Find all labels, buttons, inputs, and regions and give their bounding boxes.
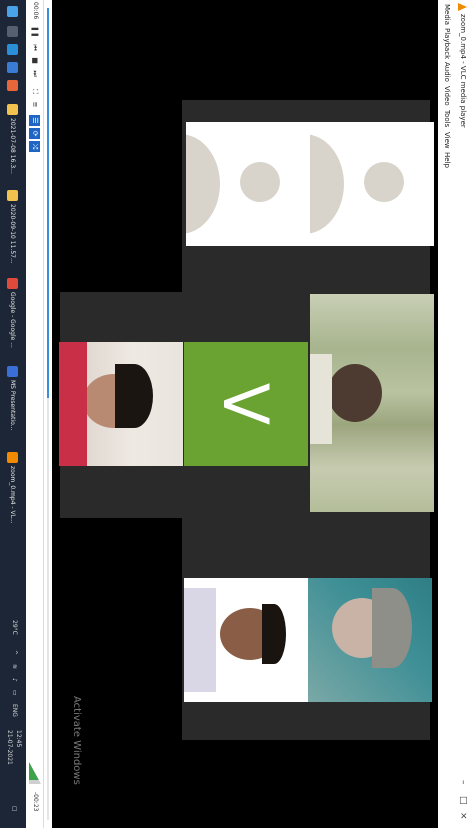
participant-video-woman bbox=[59, 342, 183, 466]
next-icon[interactable]: ⏭ bbox=[29, 68, 40, 79]
participant-video-man-2 bbox=[184, 578, 308, 702]
participant-hair bbox=[372, 588, 412, 668]
clock-time[interactable]: 12:45 bbox=[15, 730, 22, 747]
participant-hair bbox=[262, 604, 286, 664]
placeholder-body-icon bbox=[186, 134, 220, 234]
volume-slider-icon[interactable] bbox=[29, 762, 41, 784]
taskbar-store[interactable] bbox=[4, 62, 22, 76]
extended-settings-icon[interactable]: ≡ bbox=[29, 99, 40, 110]
participant-video-man-1 bbox=[310, 294, 434, 512]
menu-bar: Media Playback Audio Video Tools View He… bbox=[438, 0, 454, 828]
tray-chevron-icon[interactable]: ^ bbox=[11, 650, 18, 655]
menu-view[interactable]: View bbox=[443, 132, 451, 149]
participant-hair bbox=[115, 364, 153, 428]
menu-tools[interactable]: Tools bbox=[443, 110, 451, 127]
network-icon[interactable]: ≋ bbox=[11, 664, 18, 669]
participant-shirt bbox=[310, 354, 332, 444]
presentation-icon[interactable] bbox=[7, 366, 19, 377]
taskbar-item-chrome[interactable]: Google - Google ... bbox=[4, 278, 22, 348]
battery-icon[interactable]: ▭ bbox=[11, 690, 18, 696]
vlc-cone-icon[interactable] bbox=[7, 452, 19, 463]
previous-icon[interactable]: ⏮ bbox=[29, 42, 40, 53]
start-button[interactable] bbox=[4, 6, 22, 20]
menu-help[interactable]: Help bbox=[443, 152, 451, 168]
participant-placeholder-2 bbox=[186, 122, 310, 246]
windows-logo-icon[interactable] bbox=[7, 6, 19, 17]
search-icon[interactable] bbox=[7, 26, 19, 37]
clock-date[interactable]: 21-07-2021 bbox=[6, 730, 13, 765]
menu-playback[interactable]: Playback bbox=[443, 28, 451, 59]
loop-icon[interactable]: ⟳ bbox=[29, 128, 40, 139]
chrome-icon[interactable] bbox=[7, 278, 19, 289]
taskbar-item-presentation[interactable]: MS Presentatio... bbox=[4, 366, 22, 430]
participant-video-woman-2 bbox=[308, 578, 432, 702]
playback-controls: 00:06 ❚❚ ⏮ ■ ⏭ ⛶ ≡ ☰ ⟳ ⤮ -00:23 bbox=[25, 0, 44, 828]
seek-progress bbox=[47, 8, 49, 398]
seek-bar[interactable] bbox=[44, 0, 52, 828]
minimize-button[interactable]: – bbox=[458, 780, 468, 785]
maximize-button[interactable]: □ bbox=[458, 796, 468, 805]
menu-video[interactable]: Video bbox=[443, 86, 451, 106]
taskbar-item-explorer-1[interactable]: 2021-07-08 16.3... bbox=[4, 104, 22, 174]
participant-head bbox=[328, 364, 382, 422]
edge-icon[interactable] bbox=[7, 44, 19, 55]
taskbar-firefox[interactable] bbox=[4, 80, 22, 94]
windows-taskbar: 2021-07-08 16.3... 2020-09-10 11.57... G… bbox=[0, 0, 26, 828]
language-icon[interactable]: ENG bbox=[11, 704, 18, 717]
weather-temp[interactable]: 29°C bbox=[11, 620, 18, 635]
pause-icon[interactable]: ❚❚ bbox=[29, 26, 40, 38]
fullscreen-icon[interactable]: ⛶ bbox=[29, 86, 40, 97]
title-bar: zoom_0.mp4 - VLC media player – □ × bbox=[454, 0, 470, 828]
taskbar-edge[interactable] bbox=[4, 44, 22, 58]
video-area[interactable]: V Activate Windows bbox=[52, 0, 438, 828]
participant-avatar-v: V bbox=[184, 342, 308, 466]
folder-icon[interactable] bbox=[7, 190, 19, 201]
shuffle-icon[interactable]: ⤮ bbox=[29, 141, 40, 152]
remaining-time: -00:23 bbox=[32, 792, 39, 812]
menu-audio[interactable]: Audio bbox=[443, 62, 451, 82]
taskbar-item-vlc[interactable]: zoom_0.mp4 - VL... bbox=[4, 452, 22, 524]
firefox-icon[interactable] bbox=[7, 80, 19, 91]
window-title: zoom_0.mp4 - VLC media player bbox=[459, 14, 467, 128]
playlist-icon[interactable]: ☰ bbox=[29, 115, 40, 126]
vlc-cone-icon bbox=[458, 3, 467, 11]
close-button[interactable]: × bbox=[458, 812, 468, 820]
avatar-letter: V bbox=[209, 382, 283, 426]
notification-icon[interactable]: ▢ bbox=[11, 806, 18, 812]
placeholder-head-icon bbox=[240, 162, 280, 202]
participant-shirt bbox=[184, 588, 216, 692]
participant-placeholder-1 bbox=[310, 122, 434, 246]
participant-clothes bbox=[59, 342, 87, 466]
menu-media[interactable]: Media bbox=[443, 4, 451, 25]
stop-icon[interactable]: ■ bbox=[29, 55, 40, 66]
folder-icon[interactable] bbox=[7, 104, 19, 115]
taskbar-item-explorer-2[interactable]: 2020-09-10 11.57... bbox=[4, 190, 22, 264]
placeholder-body-icon bbox=[310, 134, 344, 234]
store-icon[interactable] bbox=[7, 62, 19, 73]
activate-windows-watermark: Activate Windows bbox=[71, 696, 82, 785]
elapsed-time: 00:06 bbox=[32, 2, 39, 20]
volume-icon[interactable]: ♪ bbox=[11, 678, 18, 682]
taskbar-search[interactable] bbox=[4, 26, 22, 40]
placeholder-head-icon bbox=[364, 162, 404, 202]
